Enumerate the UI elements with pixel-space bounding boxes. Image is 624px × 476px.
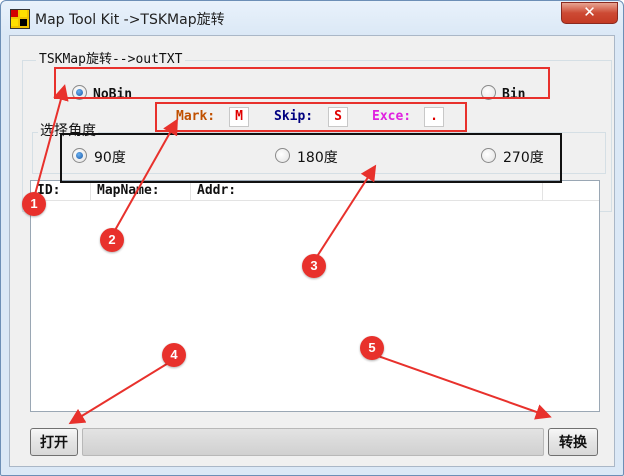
groupbox-title: TSKMap旋转-->outTXT [36, 48, 186, 67]
annotation-badge-4: 4 [162, 343, 186, 367]
app-logo-icon [10, 9, 30, 29]
open-button[interactable]: 打开 [30, 428, 78, 456]
convert-button[interactable]: 转换 [548, 428, 598, 456]
column-mapname[interactable]: MapName: [91, 181, 191, 200]
annotation-badge-3: 3 [302, 254, 326, 278]
annotation-box-mode [54, 67, 550, 99]
window-title: Map Tool Kit ->TSKMap旋转 [35, 12, 225, 28]
annotation-badge-1: 1 [22, 192, 46, 216]
annotation-box-angle [60, 133, 562, 183]
annotation-badge-2: 2 [100, 228, 124, 252]
client-area: TSKMap旋转-->outTXT NoBin Bin Mark: M Skip… [9, 35, 615, 467]
annotation-badge-5: 5 [360, 336, 384, 360]
column-addr[interactable]: Addr: [191, 181, 543, 200]
close-button[interactable]: ✕ [561, 2, 618, 24]
progress-bar [82, 428, 544, 456]
close-icon: ✕ [583, 3, 596, 21]
annotation-box-codes [155, 102, 467, 132]
list-header: ID: MapName: Addr: [31, 181, 599, 201]
map-listview[interactable]: ID: MapName: Addr: [30, 180, 600, 412]
title-bar[interactable]: Map Tool Kit ->TSKMap旋转 ✕ [1, 1, 623, 35]
